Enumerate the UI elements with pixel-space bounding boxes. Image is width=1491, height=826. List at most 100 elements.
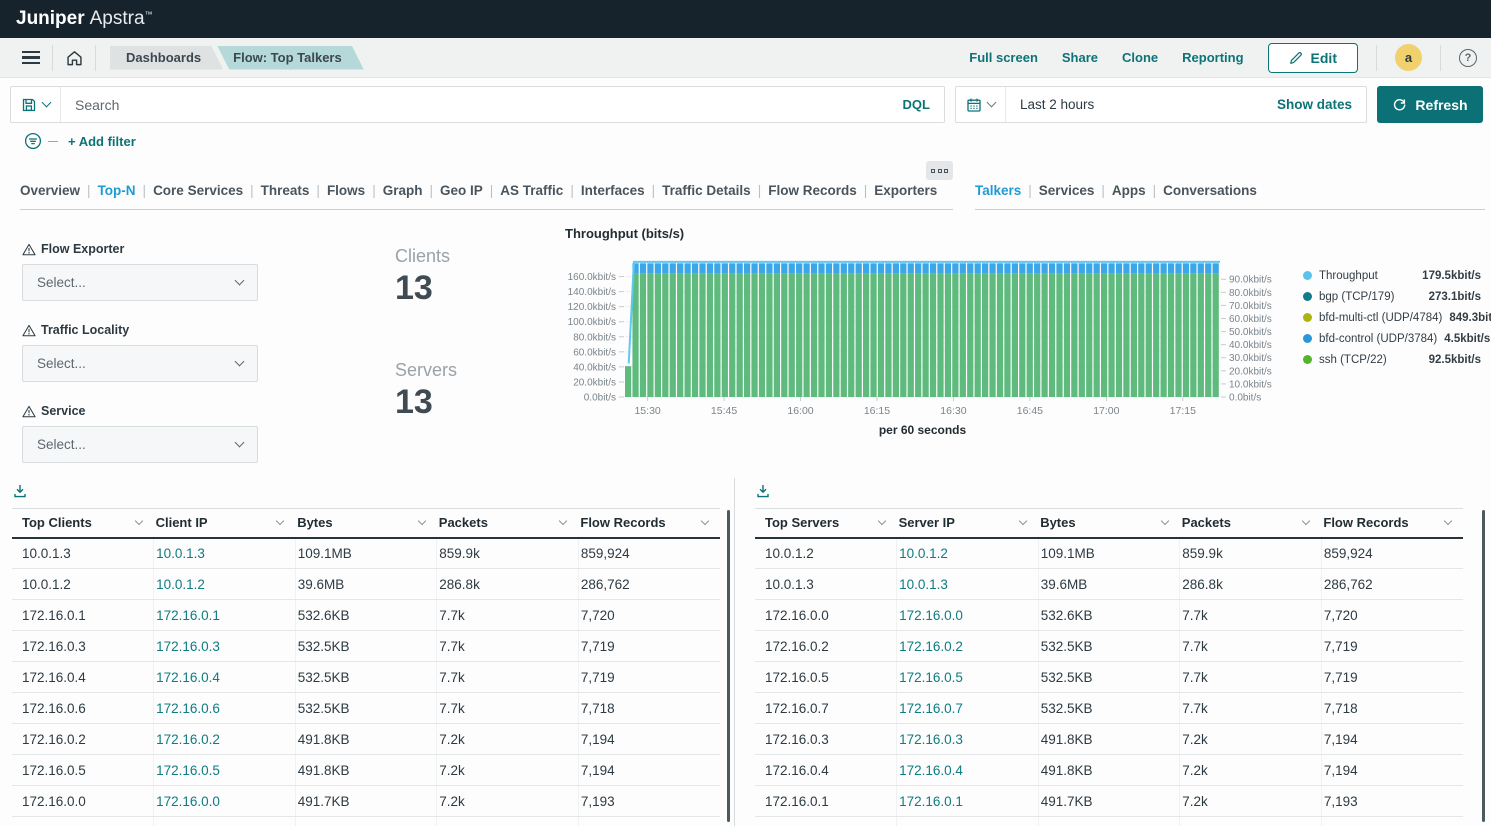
table-cell: 7.7k bbox=[1180, 662, 1322, 693]
edit-button[interactable]: Edit bbox=[1268, 43, 1358, 73]
download-button[interactable] bbox=[12, 478, 36, 504]
tab-top-n[interactable]: Top-N bbox=[98, 183, 136, 198]
table-cell: 7,720 bbox=[578, 600, 720, 631]
ip-link[interactable]: 172.16.0.2 bbox=[897, 631, 1039, 662]
column-header-server-ip[interactable]: Server IP bbox=[899, 515, 1033, 530]
ip-link[interactable]: 172.16.0.5 bbox=[897, 662, 1039, 693]
ip-link[interactable]: 10.0.1.2 bbox=[154, 569, 296, 600]
chevron-down-icon bbox=[559, 517, 567, 525]
tab-threats[interactable]: Threats bbox=[261, 183, 310, 198]
show-dates-link[interactable]: Show dates bbox=[1263, 97, 1366, 112]
tab-apps[interactable]: Apps bbox=[1112, 183, 1146, 198]
tab-services[interactable]: Services bbox=[1039, 183, 1095, 198]
tab-conversations[interactable]: Conversations bbox=[1163, 183, 1257, 198]
legend-series-name: bfd-multi-ctl (UDP/4784) bbox=[1319, 312, 1442, 324]
ip-link[interactable]: 172.16.0.3 bbox=[154, 631, 296, 662]
refresh-button[interactable]: Refresh bbox=[1377, 86, 1483, 123]
breadcrumb-dashboards[interactable]: Dashboards bbox=[110, 46, 223, 70]
more-options-button[interactable] bbox=[926, 161, 953, 180]
table-cell: 491.7KB bbox=[1038, 786, 1180, 817]
ip-link[interactable]: 172.16.0.7 bbox=[154, 817, 296, 826]
ip-link[interactable]: 172.16.0.3 bbox=[897, 724, 1039, 755]
tab-traffic-details[interactable]: Traffic Details bbox=[662, 183, 751, 198]
time-range-value[interactable]: Last 2 hours bbox=[1006, 97, 1263, 112]
column-header-client-ip[interactable]: Client IP bbox=[156, 515, 290, 530]
scrollbar[interactable] bbox=[1482, 510, 1485, 822]
tab-separator: | bbox=[652, 183, 656, 198]
filter-select-traffic-locality[interactable]: Select... bbox=[22, 345, 258, 382]
ip-link[interactable]: 10.0.1.2 bbox=[897, 538, 1039, 569]
calendar-button[interactable] bbox=[956, 87, 1006, 122]
ip-link[interactable]: 10.0.1.3 bbox=[897, 569, 1039, 600]
legend-item-bfd-multi-ctl-udp-4784[interactable]: bfd-multi-ctl (UDP/4784)849.3bit/s bbox=[1303, 307, 1481, 328]
refresh-label: Refresh bbox=[1415, 97, 1467, 113]
ip-link[interactable]: 172.16.0.1 bbox=[154, 600, 296, 631]
table-cell: 7.2k bbox=[1180, 724, 1322, 755]
tab-talkers[interactable]: Talkers bbox=[975, 183, 1021, 198]
ip-link[interactable]: 172.16.0.4 bbox=[154, 662, 296, 693]
search-input[interactable] bbox=[61, 97, 889, 113]
scrollbar[interactable] bbox=[727, 510, 730, 822]
ip-link[interactable]: 172.16.0.4 bbox=[897, 755, 1039, 786]
menu-button[interactable] bbox=[14, 45, 48, 71]
ip-link[interactable]: 172.16.0.6 bbox=[154, 693, 296, 724]
full-screen-link[interactable]: Full screen bbox=[969, 50, 1038, 65]
help-icon[interactable]: ? bbox=[1459, 49, 1477, 67]
tab-interfaces[interactable]: Interfaces bbox=[581, 183, 645, 198]
chart-plot[interactable]: 160.0kbit/s140.0kbit/s120.0kbit/s100.0kb… bbox=[563, 253, 1303, 437]
svg-text:20.0kbit/s: 20.0kbit/s bbox=[1229, 366, 1272, 377]
column-header-flow-records[interactable]: Flow Records bbox=[1323, 515, 1457, 530]
column-header-bytes[interactable]: Bytes bbox=[1040, 515, 1174, 530]
column-header-flow-records[interactable]: Flow Records bbox=[580, 515, 714, 530]
tab-separator: | bbox=[1153, 183, 1157, 198]
tab-geo-ip[interactable]: Geo IP bbox=[440, 183, 483, 198]
tab-exporters[interactable]: Exporters bbox=[874, 183, 937, 198]
legend-item-bfd-control-udp-3784[interactable]: bfd-control (UDP/3784)4.5kbit/s bbox=[1303, 328, 1481, 349]
tab-core-services[interactable]: Core Services bbox=[153, 183, 243, 198]
column-header-top-clients[interactable]: Top Clients bbox=[22, 515, 148, 530]
column-header-packets[interactable]: Packets bbox=[439, 515, 573, 530]
table-row: 10.0.1.210.0.1.2109.1MB859.9k859,924 bbox=[755, 538, 1463, 569]
reporting-link[interactable]: Reporting bbox=[1182, 50, 1243, 65]
legend-item-throughput[interactable]: Throughput179.5kbit/s bbox=[1303, 265, 1481, 286]
tab-overview[interactable]: Overview bbox=[20, 183, 80, 198]
ip-link[interactable]: 172.16.0.2 bbox=[154, 724, 296, 755]
download-button[interactable] bbox=[755, 478, 779, 504]
ip-link[interactable]: 172.16.0.1 bbox=[897, 786, 1039, 817]
table-cell: 7,194 bbox=[1321, 724, 1463, 755]
ip-link[interactable]: 172.16.0.0 bbox=[154, 786, 296, 817]
column-header-packets[interactable]: Packets bbox=[1182, 515, 1316, 530]
dql-toggle[interactable]: DQL bbox=[889, 97, 944, 112]
table-cell: 7.7k bbox=[437, 693, 579, 724]
legend-item-bgp-tcp-179[interactable]: bgp (TCP/179)273.1bit/s bbox=[1303, 286, 1481, 307]
table-cell: 7.2k bbox=[1180, 786, 1322, 817]
filter-select-flow-exporter[interactable]: Select... bbox=[22, 264, 258, 301]
ip-link[interactable]: 172.16.0.7 bbox=[897, 693, 1039, 724]
tab-graph[interactable]: Graph bbox=[383, 183, 423, 198]
divider bbox=[1376, 45, 1377, 71]
ip-link[interactable]: 172.16.0.0 bbox=[897, 600, 1039, 631]
breadcrumb-flow-top-talkers[interactable]: Flow: Top Talkers bbox=[217, 46, 364, 70]
legend-item-ssh-tcp-22[interactable]: ssh (TCP/22)92.5kbit/s bbox=[1303, 349, 1481, 370]
saved-queries-button[interactable] bbox=[11, 87, 61, 122]
share-link[interactable]: Share bbox=[1062, 50, 1098, 65]
svg-text:10.0kbit/s: 10.0kbit/s bbox=[1229, 379, 1272, 390]
column-header-bytes[interactable]: Bytes bbox=[297, 515, 431, 530]
ip-link[interactable]: 172.16.0.6 bbox=[897, 817, 1039, 826]
column-header-top-servers[interactable]: Top Servers bbox=[765, 515, 891, 530]
tab-flow-records[interactable]: Flow Records bbox=[768, 183, 857, 198]
ip-link[interactable]: 10.0.1.3 bbox=[154, 538, 296, 569]
ip-link[interactable]: 172.16.0.5 bbox=[154, 755, 296, 786]
table-cell: 7.7k bbox=[437, 600, 579, 631]
tab-as-traffic[interactable]: AS Traffic bbox=[500, 183, 563, 198]
tab-flows[interactable]: Flows bbox=[327, 183, 365, 198]
table-row: 172.16.0.0172.16.0.0491.7KB7.2k7,193 bbox=[12, 786, 720, 817]
add-filter-link[interactable]: + Add filter bbox=[68, 134, 136, 149]
clone-link[interactable]: Clone bbox=[1122, 50, 1158, 65]
home-button[interactable] bbox=[57, 45, 91, 71]
filter-select-service[interactable]: Select... bbox=[22, 426, 258, 463]
avatar[interactable]: a bbox=[1395, 44, 1422, 71]
table-cell: 7,718 bbox=[578, 693, 720, 724]
chevron-down-icon bbox=[235, 438, 245, 448]
filter-icon[interactable] bbox=[24, 132, 42, 150]
